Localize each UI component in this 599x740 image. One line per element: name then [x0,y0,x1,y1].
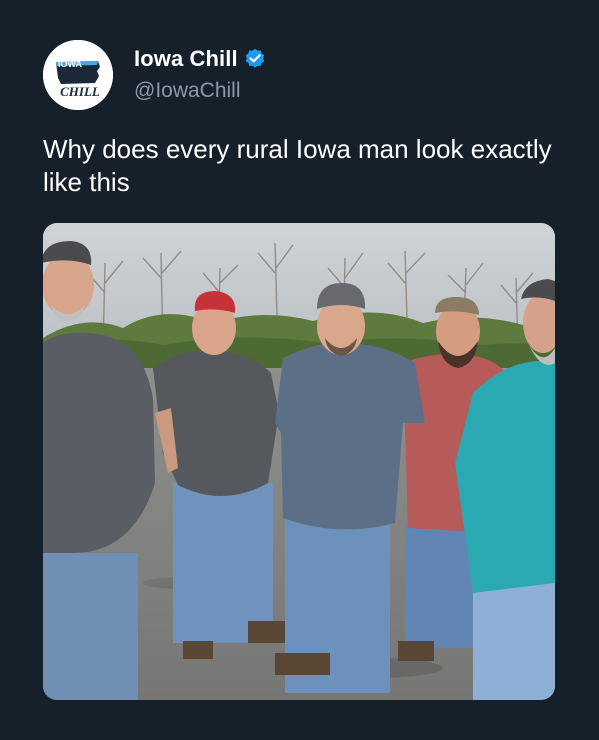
author-row: Iowa Chill [134,45,266,73]
tweet-text: Why does every rural Iowa man look exact… [43,134,552,197]
verified-badge-icon [245,48,264,68]
iowa-chill-logo-icon: IOWA CHILL [43,40,113,110]
tweet-photo[interactable] [43,223,555,700]
display-name[interactable]: Iowa Chill [134,46,238,72]
tweet-card: IOWA CHILL Iowa Chill @IowaChill Why doe… [0,0,599,740]
avatar[interactable]: IOWA CHILL [43,40,113,110]
photo-image [43,223,555,700]
avatar-logo-bottom-text: CHILL [60,84,100,99]
avatar-logo-top-text: IOWA [58,59,82,69]
user-handle[interactable]: @IowaChill [134,79,241,103]
